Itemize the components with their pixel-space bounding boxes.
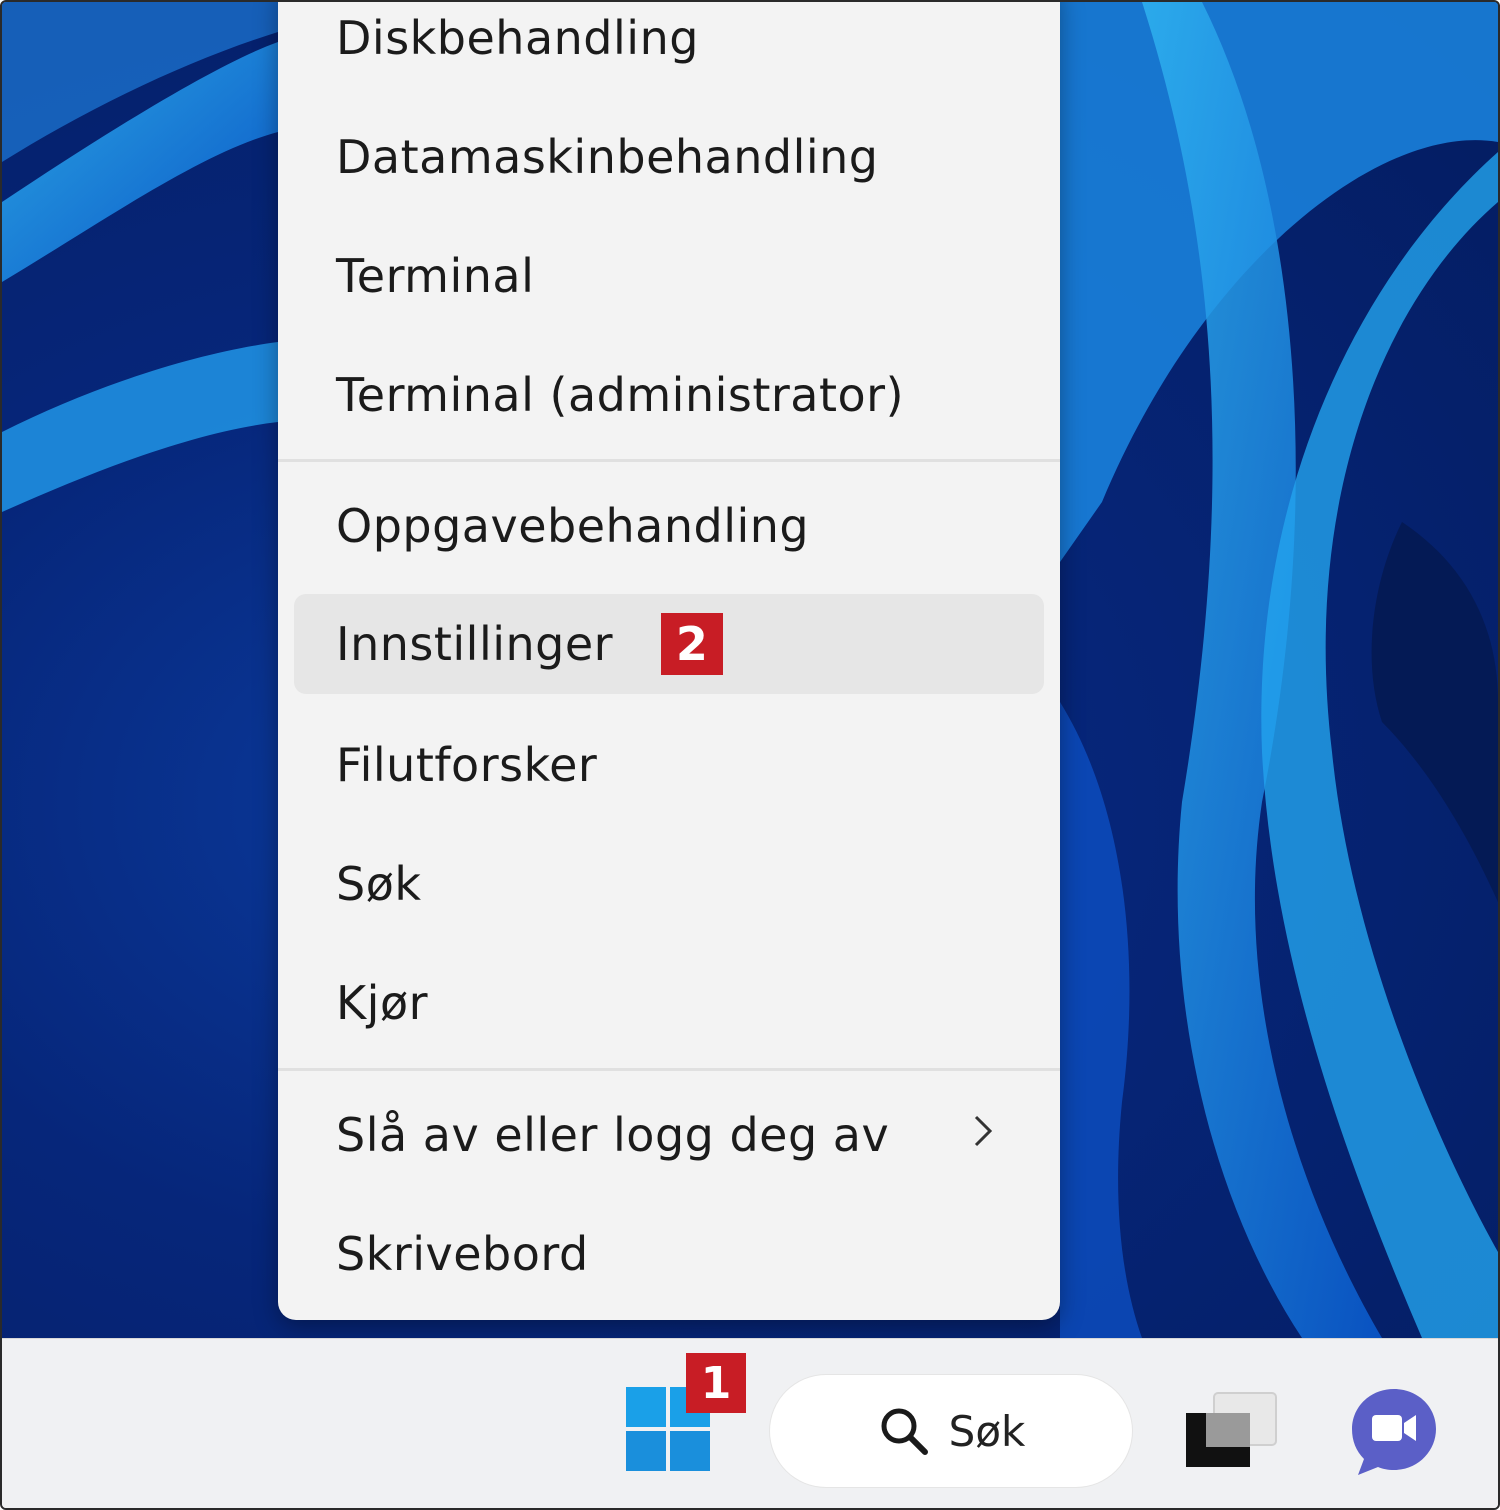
chat-video-icon	[1352, 1389, 1436, 1475]
menu-item-computer-management[interactable]: Datamaskinbehandling	[294, 107, 1044, 207]
step-badge-1: 1	[686, 1353, 746, 1413]
menu-item-settings[interactable]: Innstillinger 2	[294, 594, 1044, 694]
menu-item-label: Slå av eller logg deg av	[336, 1108, 890, 1162]
menu-item-label: Oppgavebehandling	[336, 499, 810, 553]
menu-item-shutdown-signout[interactable]: Slå av eller logg deg av	[294, 1085, 1044, 1185]
menu-item-label: Kjør	[336, 976, 429, 1030]
menu-item-search[interactable]: Søk	[294, 834, 1044, 934]
menu-item-label: Filutforsker	[336, 738, 598, 792]
menu-item-label: Diskbehandling	[336, 11, 699, 65]
task-view-button[interactable]	[1184, 1389, 1280, 1469]
task-view-icon	[1186, 1392, 1277, 1467]
menu-item-label: Skrivebord	[336, 1227, 589, 1281]
menu-item-label: Terminal (administrator)	[336, 368, 905, 422]
menu-item-label: Søk	[336, 857, 422, 911]
screen: Diskbehandling Datamaskinbehandling Term…	[0, 0, 1500, 1510]
chat-button[interactable]	[1346, 1383, 1442, 1479]
menu-item-label: Datamaskinbehandling	[336, 130, 879, 184]
menu-item-task-manager[interactable]: Oppgavebehandling	[294, 476, 1044, 576]
menu-item-run[interactable]: Kjør	[294, 953, 1044, 1053]
search-label: Søk	[948, 1406, 1026, 1456]
taskbar-search-box[interactable]: Søk	[770, 1375, 1132, 1487]
menu-item-terminal-admin[interactable]: Terminal (administrator)	[294, 345, 1044, 445]
menu-item-file-explorer[interactable]: Filutforsker	[294, 715, 1044, 815]
menu-item-disk-management[interactable]: Diskbehandling	[294, 2, 1044, 88]
quick-link-context-menu: Diskbehandling Datamaskinbehandling Term…	[278, 2, 1060, 1320]
menu-item-label: Innstillinger	[336, 617, 614, 671]
chevron-right-icon	[972, 1112, 994, 1158]
menu-item-desktop[interactable]: Skrivebord	[294, 1204, 1044, 1304]
menu-item-terminal[interactable]: Terminal	[294, 226, 1044, 326]
menu-item-label: Terminal	[336, 249, 535, 303]
step-badge-2: 2	[661, 613, 724, 675]
search-icon	[881, 1408, 928, 1455]
taskbar: 1 Søk	[2, 1338, 1498, 1508]
menu-separator	[278, 459, 1060, 462]
menu-separator	[278, 1068, 1060, 1071]
